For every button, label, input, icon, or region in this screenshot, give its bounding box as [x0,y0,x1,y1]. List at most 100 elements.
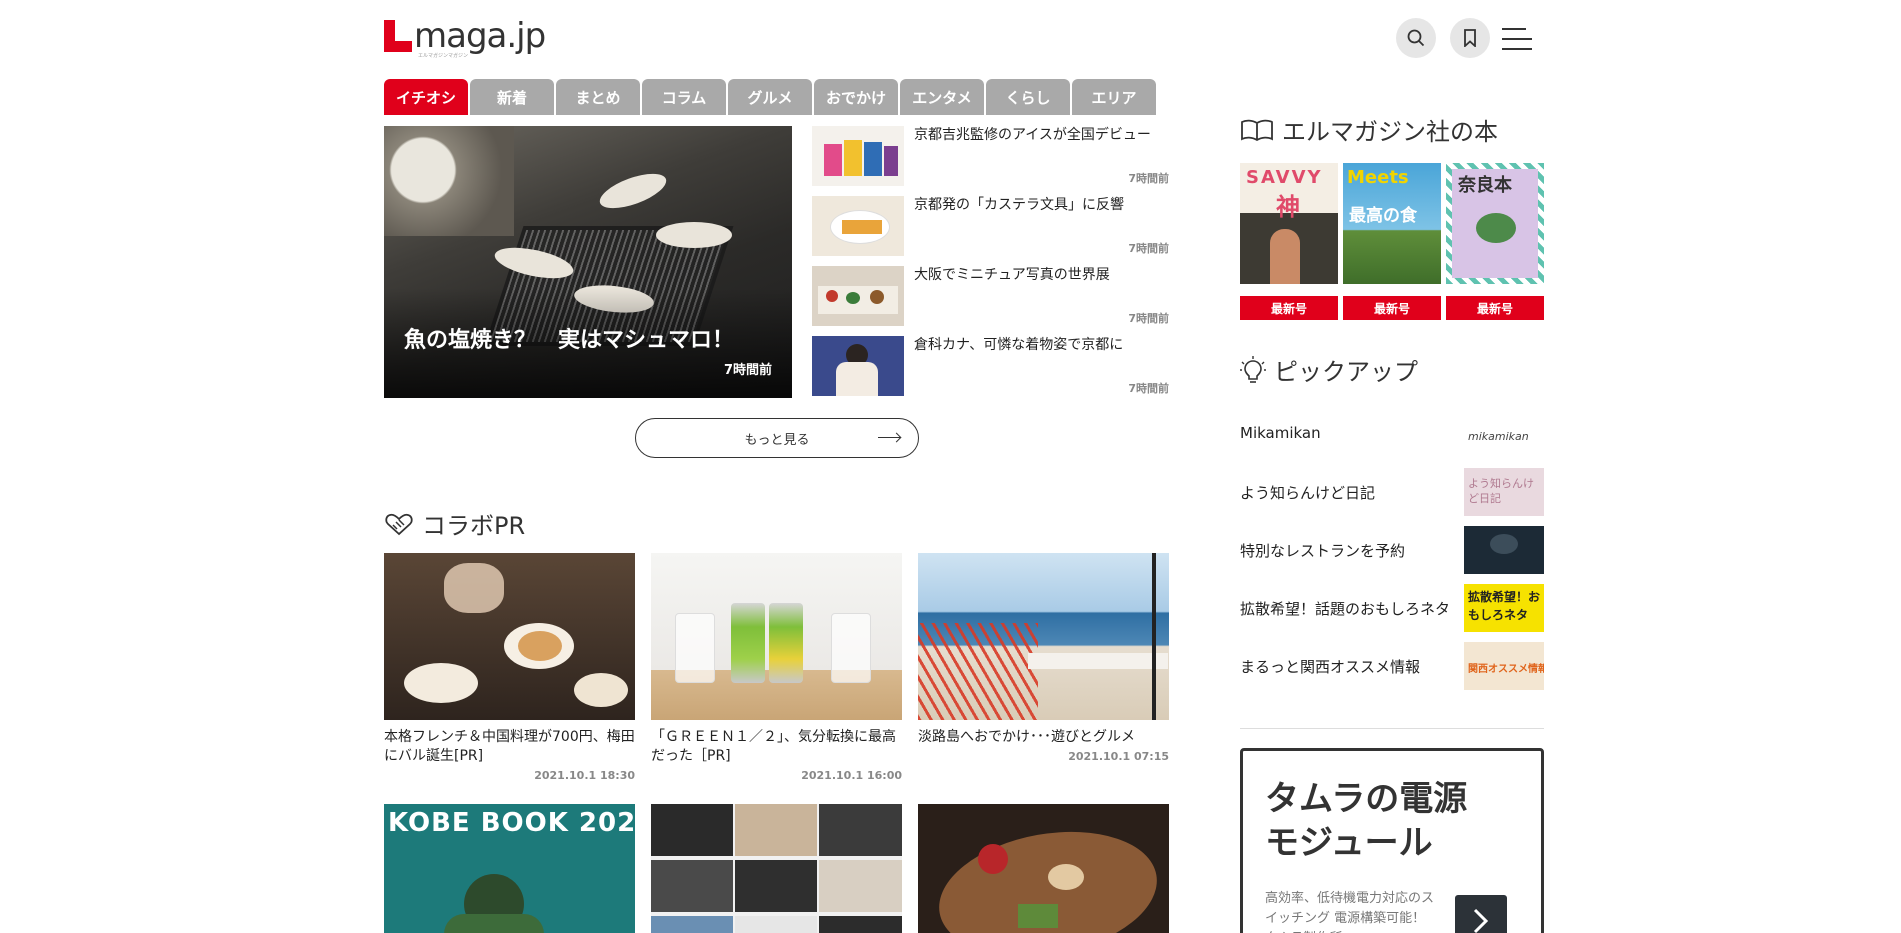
pr-card-image [651,553,902,720]
logo-subtitle: エルマガジンマガジン [418,53,469,59]
book-cover-title: SAVVY [1246,167,1323,188]
pickup-thumb: 拡散希望！おもしろネタ [1464,584,1544,632]
pr-card-date: 2021.10.1 16:00 [801,769,902,782]
pr-card-title: 「ＧＲＥＥＮ１／２」、気分転換に最高だった［PR] [651,729,896,764]
tab-column[interactable]: コラム [642,79,726,115]
category-tabs: イチオシ 新着 まとめ コラム グルメ おでかけ エンタメ くらし エリア [384,79,1158,115]
news-time: 7時間前 [1128,172,1169,185]
pr-card-title: 淡路島へおでかけ･･･遊びとグルメ [918,729,1135,745]
pr-card-image: KOBE BOOK 2021 [384,804,635,933]
hero-image-table [384,126,514,236]
pr-card[interactable]: 「ＧＲＥＥＮ１／２」、気分転換に最高だった［PR] 2021.10.1 16:0… [651,553,902,782]
collab-heading: コラボPR [384,506,525,541]
news-title: 京都発の「カステラ文具」に反響 [914,197,1124,213]
pr-card-image [918,804,1169,933]
books-heading-text: エルマガジン社の本 [1282,118,1498,146]
news-item[interactable]: 倉科カナ、可憐な着物姿で京都に 7時間前 [812,336,1169,396]
pr-card[interactable]: 本格フレンチ＆中国料理が700円、梅田にバル誕生[PR] 2021.10.1 1… [384,553,635,782]
more-button-label: もっと見る [744,432,810,448]
tab-entame[interactable]: エンタメ [900,79,984,115]
ad-title: タムラの電源 モジュール [1265,777,1467,865]
news-thumb [812,196,904,256]
site-logo[interactable]: maga.jp エルマガジンマガジン [384,19,546,59]
book-cover-kanji: 奈良本 [1458,175,1512,196]
book-cover-title: Meets [1347,167,1409,188]
menu-line [1502,38,1532,40]
news-time: 7時間前 [1128,242,1169,255]
sidebar-divider [1240,728,1544,729]
hero-time: 7時間前 [723,363,772,378]
tab-gourmet[interactable]: グルメ [728,79,812,115]
tab-ichioshi[interactable]: イチオシ [384,79,468,115]
collab-heading-text: コラボPR [422,512,526,540]
pickup-item[interactable]: まるっと関西オススメ情報 関西オススメ情報 [1240,642,1544,690]
book-cover-kanji: 最高の食 [1349,206,1417,226]
bookmark-button[interactable] [1450,18,1490,58]
news-thumb [812,266,904,326]
tab-area[interactable]: エリア [1072,79,1156,115]
pr-card-image [384,553,635,720]
lightbulb-icon [1240,355,1266,383]
menu-line [1502,48,1532,50]
tamura-ad-banner[interactable]: タムラの電源 モジュール 高効率、低待機電力対応のスイッチング 電源構築可能！タ… [1240,748,1544,933]
pickup-heading: ピックアップ [1240,352,1418,387]
news-title: 京都吉兆監修のアイスが全国デビュー [914,127,1151,143]
menu-line [1502,28,1526,30]
news-thumb [812,336,904,396]
more-button[interactable]: もっと見る [635,418,919,458]
chevron-right-icon [1473,908,1489,933]
hero-image-fish [595,166,671,216]
ad-next-button[interactable] [1455,895,1507,933]
pickup-thumb-text: よう知らんけど日記 [1468,477,1534,505]
hero-image-fish [656,222,732,248]
news-item[interactable]: 京都発の「カステラ文具」に反響 7時間前 [812,196,1169,256]
pickup-label: Mikamikan [1240,424,1321,442]
news-title: 倉科カナ、可憐な着物姿で京都に [914,337,1124,353]
pr-card[interactable] [918,804,1169,933]
ad-title-line1: タムラの電源 [1265,779,1468,819]
pr-card-image [918,553,1169,720]
pickup-thumb [1464,526,1544,574]
pickup-thumb-text: 拡散希望！おもしろネタ [1468,590,1541,622]
hamburger-menu-button[interactable] [1502,28,1532,50]
tab-matome[interactable]: まとめ [556,79,640,115]
pr-card-date: 2021.10.1 07:15 [1068,750,1169,763]
pickup-item[interactable]: 拡散希望！話題のおもしろネタ 拡散希望！おもしろネタ [1240,584,1544,632]
book-cover-meets[interactable]: Meets 最高の食 [1343,163,1441,284]
book-badge-latest[interactable]: 最新号 [1240,296,1338,320]
books-heading: エルマガジン社の本 [1240,112,1498,147]
tab-odekake[interactable]: おでかけ [814,79,898,115]
pickup-item[interactable]: よう知らんけど日記 よう知らんけど日記 [1240,468,1544,516]
ad-title-line2: モジュール [1265,823,1433,863]
pickup-thumb-text: mikamikan [1468,430,1529,443]
news-item[interactable]: 大阪でミニチュア写真の世界展 7時間前 [812,266,1169,326]
tab-new[interactable]: 新着 [470,79,554,115]
pr-card[interactable]: 淡路島へおでかけ･･･遊びとグルメ 2021.10.1 07:15 [918,553,1169,763]
book-badge-latest[interactable]: 最新号 [1446,296,1544,320]
news-time: 7時間前 [1128,382,1169,395]
book-badge-latest[interactable]: 最新号 [1343,296,1441,320]
pr-card[interactable] [651,804,902,933]
pr-card-date: 2021.10.1 18:30 [534,769,635,782]
pr-card[interactable]: KOBE BOOK 2021 [384,804,635,933]
pickup-thumb: よう知らんけど日記 [1464,468,1544,516]
ad-body: 高効率、低待機電力対応のスイッチング 電源構築可能！タムラ製作所 [1265,891,1435,933]
hero-article[interactable]: 魚の塩焼き？ 実はマシュマロ！ 7時間前 [384,126,792,398]
pickup-thumb: mikamikan [1464,410,1544,458]
handshake-icon [385,513,413,535]
book-cover-savvy[interactable]: SAVVY 神 [1240,163,1338,284]
arrow-right-icon [878,437,900,438]
search-icon [1407,29,1425,47]
bookmark-icon [1464,29,1476,47]
pickup-label: よう知らんけど日記 [1240,484,1376,502]
book-cover-narabon[interactable]: 奈良本 [1446,163,1544,284]
hero-title: 魚の塩焼き？ 実はマシュマロ！ [404,328,735,353]
news-thumb [812,126,904,186]
book-cover-kanji: 神 [1276,193,1300,221]
tab-kurashi[interactable]: くらし [986,79,1070,115]
pickup-item[interactable]: 特別なレストランを予約 [1240,526,1544,574]
news-item[interactable]: 京都吉兆監修のアイスが全国デビュー 7時間前 [812,126,1169,186]
pickup-label: まるっと関西オススメ情報 [1240,658,1421,676]
pickup-item[interactable]: Mikamikan mikamikan [1240,410,1544,458]
search-button[interactable] [1396,18,1436,58]
